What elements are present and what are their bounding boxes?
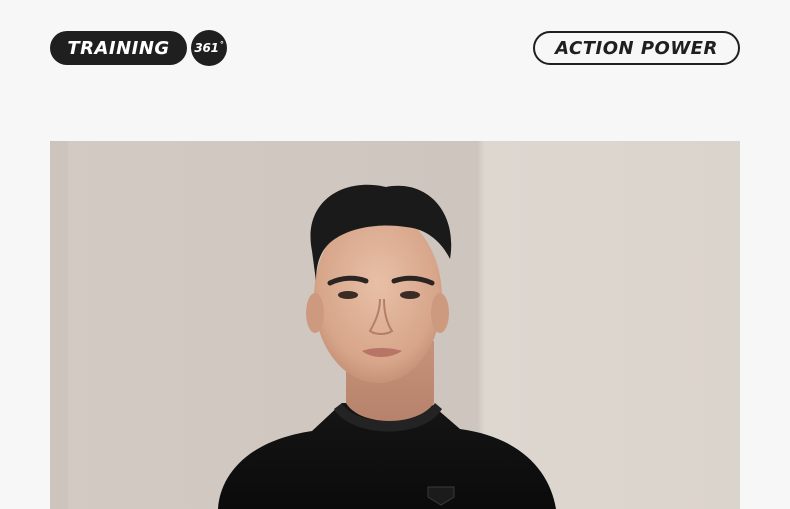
brand-logo: 361 ° <box>191 30 227 66</box>
left-eye <box>338 291 358 299</box>
left-ear <box>306 293 324 333</box>
right-eye <box>400 291 420 299</box>
training-label: TRAINING <box>67 37 170 59</box>
header-bar: TRAINING 361 ° ACTION POWER <box>50 30 740 66</box>
training-badge: TRAINING <box>50 31 187 65</box>
product-photo <box>50 141 740 509</box>
action-power-badge: ACTION POWER <box>533 31 740 65</box>
logo-number: 361 <box>194 41 219 55</box>
right-ear <box>431 293 449 333</box>
action-power-label: ACTION POWER <box>555 37 718 59</box>
backdrop-shadow <box>50 141 68 509</box>
model-illustration <box>50 141 740 509</box>
logo-degree: ° <box>219 40 224 49</box>
